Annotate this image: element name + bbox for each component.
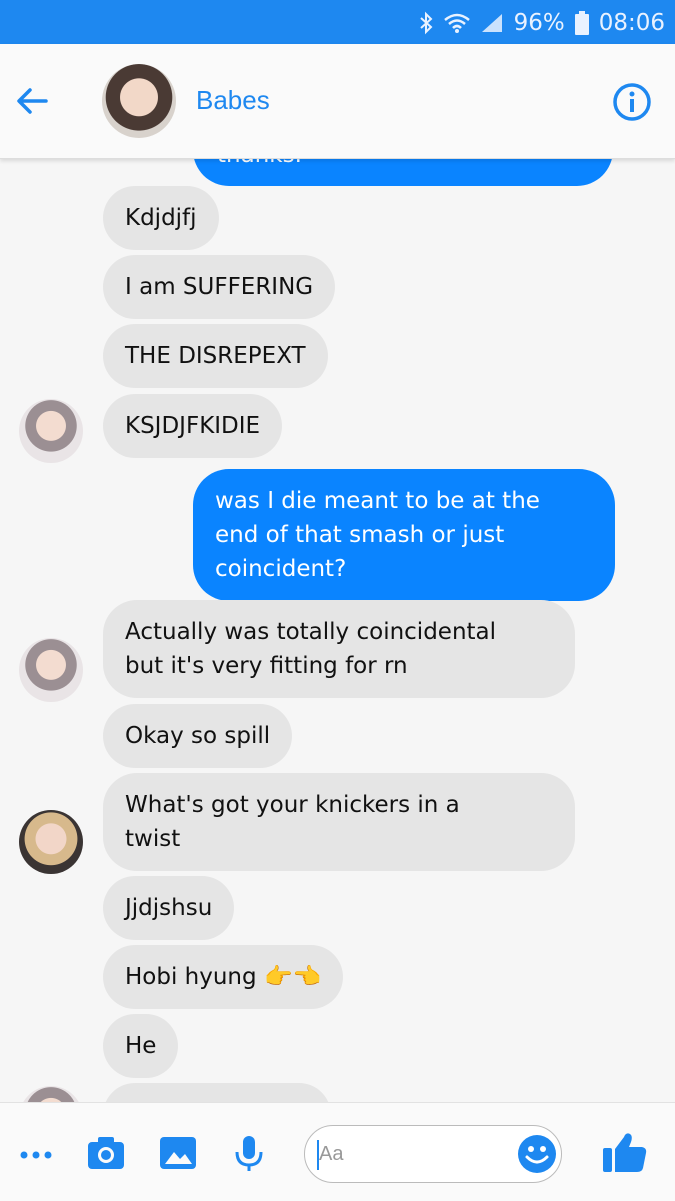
message-line: What's got your knickers in a xyxy=(125,792,460,818)
conversation-header: Babes xyxy=(0,44,675,159)
message-text: Kdjdjfj xyxy=(125,205,197,231)
message-incoming[interactable]: Actually was totally coincidental but it… xyxy=(103,600,575,698)
microphone-icon[interactable] xyxy=(229,1133,269,1173)
message-list[interactable]: thanks. Kdjdjfj I am SUFFERING THE DISRE… xyxy=(0,158,675,1102)
message-line: twist xyxy=(125,826,181,852)
message-incoming[interactable]: Okay so spill xyxy=(103,704,293,768)
battery-icon xyxy=(574,11,589,35)
clock: 08:06 xyxy=(598,10,665,36)
message-line: coincident? xyxy=(215,556,347,582)
message-incoming[interactable]: He xyxy=(103,1014,179,1078)
bluetooth-icon xyxy=(419,11,433,35)
message-text: Jjdjshsu xyxy=(125,895,213,921)
composer-bar: Aa xyxy=(0,1102,675,1201)
message-text: KSJDJFKIDIE xyxy=(125,413,261,439)
message-incoming[interactable]: Hobi hyung 👉👈 xyxy=(103,945,344,1009)
wifi-icon xyxy=(443,13,470,33)
emoji-icon[interactable] xyxy=(517,1134,557,1174)
message-text: thanks. xyxy=(217,158,302,172)
sender-avatar[interactable] xyxy=(19,810,83,874)
sender-avatar[interactable] xyxy=(19,399,83,463)
message-text: Okay so spill xyxy=(125,723,271,749)
message-incoming[interactable]: KSJDJFKIDIE xyxy=(103,394,283,458)
signal-icon xyxy=(481,14,502,32)
message-text: He xyxy=(125,1033,157,1059)
thumbs-up-icon[interactable] xyxy=(602,1129,648,1175)
message-input-placeholder: Aa xyxy=(319,1143,344,1165)
battery-percent: 96% xyxy=(513,10,565,36)
sender-avatar[interactable] xyxy=(19,1086,83,1102)
message-outgoing[interactable]: thanks. xyxy=(193,158,613,186)
contact-name[interactable]: Babes xyxy=(196,85,270,116)
camera-icon[interactable] xyxy=(86,1133,126,1173)
gallery-icon[interactable] xyxy=(158,1133,198,1173)
message-incoming[interactable] xyxy=(103,1083,331,1102)
message-incoming[interactable]: I am SUFFERING xyxy=(103,255,336,319)
more-icon[interactable] xyxy=(16,1133,56,1173)
sender-avatar[interactable] xyxy=(19,638,83,702)
status-bar: 96% 08:06 xyxy=(0,0,675,44)
message-text: Hobi hyung xyxy=(125,964,257,990)
message-line: was I die meant to be at the xyxy=(215,488,540,514)
pointing-fingers-emoji: 👉👈 xyxy=(263,964,322,990)
contact-avatar[interactable] xyxy=(102,64,176,138)
message-incoming[interactable]: What's got your knickers in a twist xyxy=(103,773,575,871)
message-incoming[interactable]: Kdjdjfj xyxy=(103,186,219,250)
message-line: Actually was totally coincidental xyxy=(125,619,497,645)
back-arrow-icon[interactable] xyxy=(12,81,52,121)
message-outgoing[interactable]: was I die meant to be at the end of that… xyxy=(193,469,615,601)
message-line: but it's very fitting for rn xyxy=(125,653,408,679)
message-text: THE DISREPEXT xyxy=(125,343,306,369)
message-line: end of that smash or just xyxy=(215,522,505,548)
message-incoming[interactable]: Jjdjshsu xyxy=(103,876,235,940)
message-incoming[interactable]: THE DISREPEXT xyxy=(103,324,328,388)
status-icons: 96% 08:06 xyxy=(418,9,665,37)
message-text: I am SUFFERING xyxy=(125,274,314,300)
info-icon[interactable] xyxy=(612,82,652,122)
message-input[interactable]: Aa xyxy=(304,1125,562,1183)
